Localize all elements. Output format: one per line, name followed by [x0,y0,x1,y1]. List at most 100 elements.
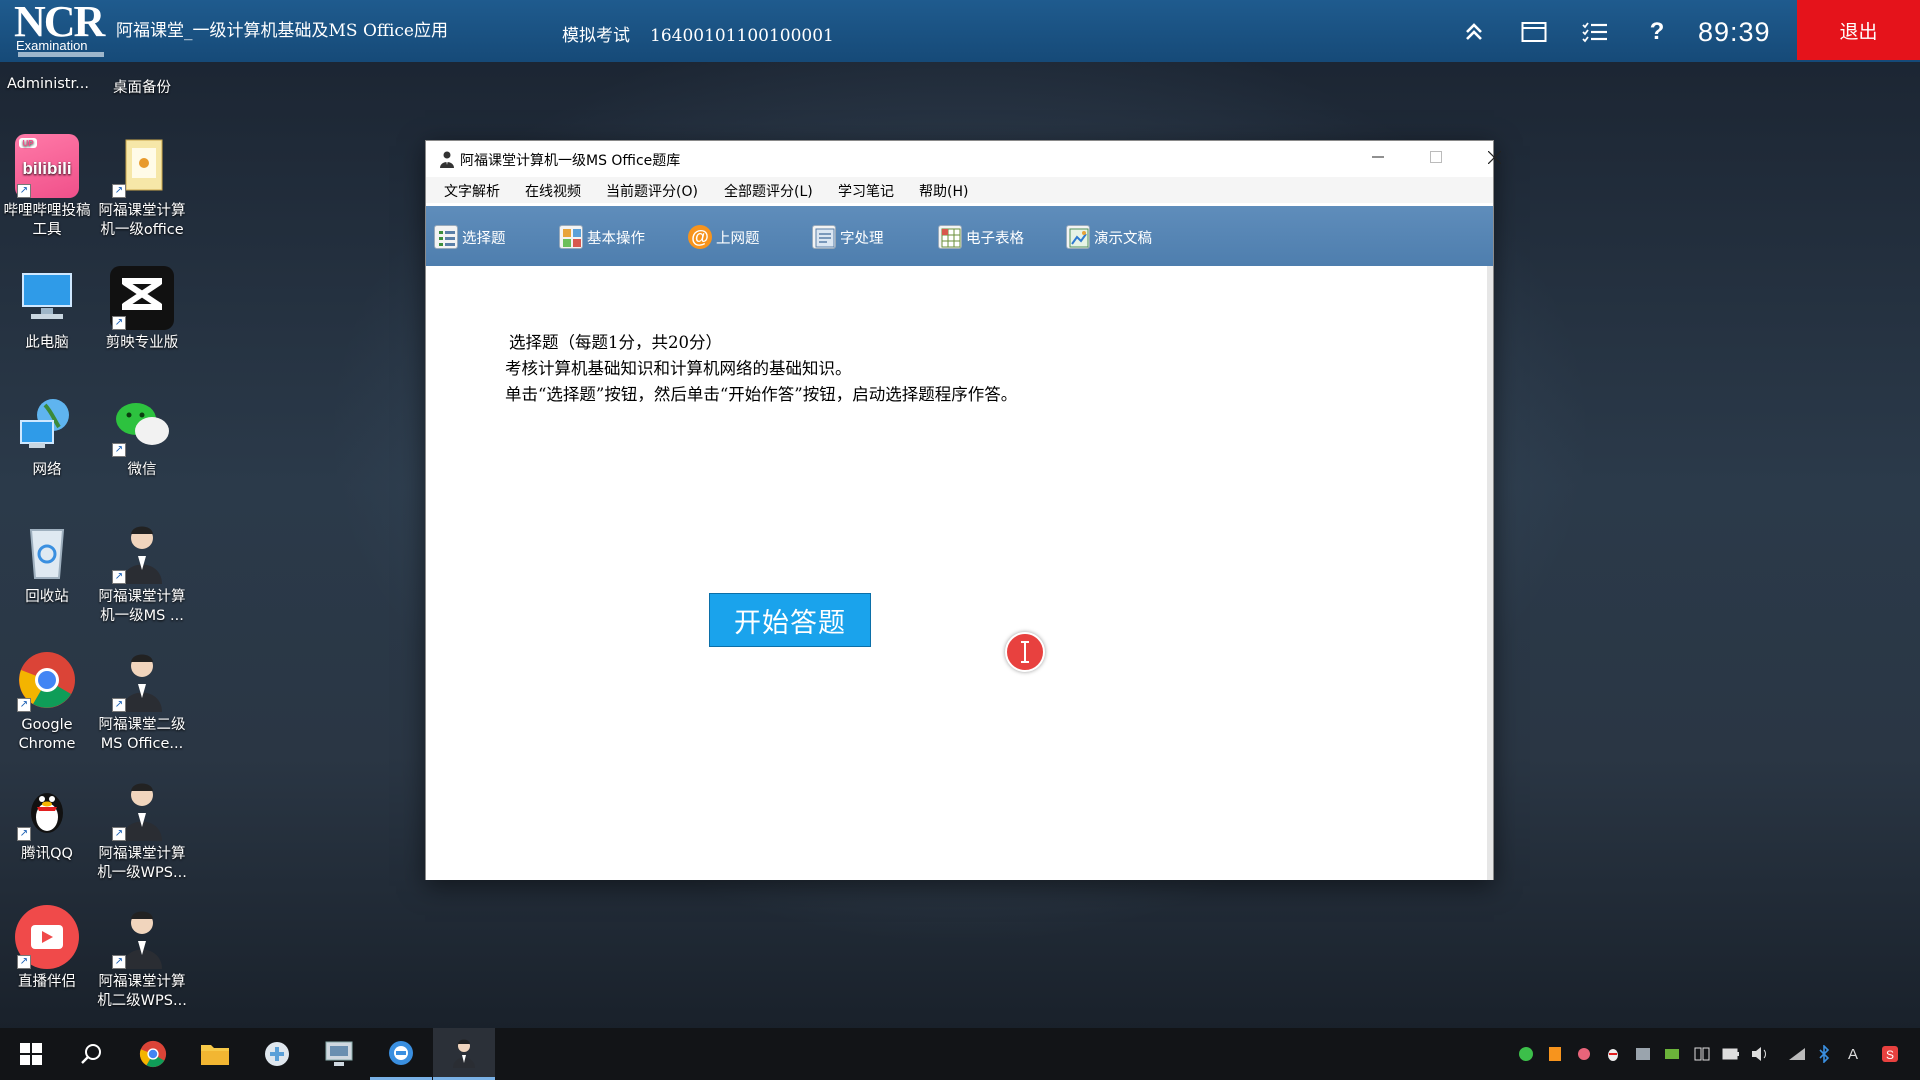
desktop-icon-label: 微信 [127,462,157,478]
question-list-icon[interactable] [1581,18,1609,46]
shortcut-arrow-icon: ↗ [112,570,126,584]
desktop-icon-capcut[interactable]: ↗ 剪映专业版 [94,266,190,353]
window-right-edge [1487,266,1493,880]
desktop-label-desktop-backup[interactable]: 桌面备份 [94,76,190,97]
desktop-icon-recycle-bin[interactable]: 回收站 [0,520,95,607]
tool-basic-operations[interactable]: 基本操作 [559,224,645,250]
minimize-button[interactable] [1349,141,1407,173]
desktop-icon-label: Google Chrome [18,717,76,752]
menu-study-notes[interactable]: 学习笔记 [838,181,894,201]
menu-text-analysis[interactable]: 文字解析 [444,181,500,201]
shortcut-arrow-icon: ↗ [112,316,126,330]
tool-label: 上网题 [716,230,760,247]
start-windows-icon[interactable] [0,1028,62,1080]
recycle-bin-icon [15,520,79,584]
svg-text:@: @ [691,227,709,247]
desktop-icon-label: 阿福课堂计算机一级WPS... [97,846,187,881]
close-button[interactable] [1465,141,1523,173]
exit-button[interactable]: 退出 [1797,0,1920,60]
teacher-avatar-icon: ↗ [110,777,174,841]
input-method-icon[interactable]: A [1843,1044,1863,1064]
menu-score-current[interactable]: 当前题评分(O) [606,181,698,201]
help-icon[interactable]: ? [1643,18,1671,46]
desktop-icon-chrome[interactable]: ↗ Google Chrome [0,648,95,754]
file-explorer-icon[interactable] [184,1028,246,1080]
tray-qq-icon[interactable] [1603,1044,1623,1064]
tray-sogou-icon[interactable]: S [1880,1044,1900,1064]
shortcut-arrow-icon: ↗ [112,955,126,969]
desktop-icon-afu-wps1[interactable]: ↗ 阿福课堂计算机一级WPS... [94,777,190,883]
tray-green-circle-icon[interactable] [1516,1044,1536,1064]
computer-icon [15,266,79,330]
desktop-icon-this-pc[interactable]: 此电脑 [0,266,95,353]
shortcut-arrow-icon: ↗ [112,827,126,841]
wifi-icon[interactable] [1787,1044,1807,1064]
bilibili-icon: bilibili UP ↗ [15,134,79,198]
tool-word-processing[interactable]: 字处理 [812,224,884,250]
tray-monitor-icon[interactable] [1633,1044,1653,1064]
desktop-icon-label: 网络 [32,462,62,478]
tool-spreadsheet[interactable]: 电子表格 [938,224,1024,250]
desktop-icon-qq[interactable]: ↗ 腾讯QQ [0,777,95,864]
svg-text:S: S [1886,1048,1894,1062]
desktop-icon-label: 直播伴侣 [18,974,76,990]
taskbar-chrome-icon[interactable] [122,1028,184,1080]
capcut-icon: ↗ [110,266,174,330]
ncre-logo: NCR Examination [12,0,114,60]
window-title-bar[interactable]: 阿福课堂计算机一级MS Office题库 [426,141,1501,177]
exam-info: 模拟考试 16400101100100001 [562,21,834,46]
at-sign-icon: @ [688,225,712,249]
menu-score-all[interactable]: 全部题评分(L) [724,181,813,201]
search-icon[interactable] [60,1028,122,1080]
wechat-icon: ↗ [110,393,174,457]
tool-label: 字处理 [840,230,884,247]
teacher-avatar-icon: ↗ [110,648,174,712]
tray-document-icon[interactable] [1545,1044,1565,1064]
desktop-icon-afu-wps2[interactable]: ↗ 阿福课堂计算机二级WPS... [94,905,190,1011]
tool-presentation[interactable]: 演示文稿 [1066,224,1152,250]
grid-tiles-icon [559,225,583,249]
shortcut-arrow-icon: ↗ [112,184,126,198]
desktop-icon-label: 阿福课堂计算机二级WPS... [97,974,187,1009]
start-answering-button[interactable]: 开始答题 [709,593,871,647]
screen-tool-icon[interactable] [308,1028,370,1080]
desktop-icon-wechat[interactable]: ↗ 微信 [94,393,190,480]
desktop-icon-bilibili-tool[interactable]: bilibili UP ↗ 哔哩哔哩投稿工具 [0,134,95,240]
tool-label: 基本操作 [587,230,645,247]
tool-choice-questions[interactable]: 选择题 [434,224,506,250]
svg-text:UP: UP [22,139,34,148]
desktop-icon-live-companion[interactable]: ↗ 直播伴侣 [0,905,95,992]
desktop-icon-afu-office[interactable]: ↗ 阿福课堂计算机一级office [94,134,190,240]
desktop-icon-network[interactable]: 网络 [0,393,95,480]
desktop-icon-label: 阿福课堂二级MS Office... [98,717,186,752]
tray-flower-icon[interactable] [1574,1044,1594,1064]
desktop-label-administrator[interactable]: Administr... [0,76,96,92]
tray-display-icon[interactable] [1692,1044,1712,1064]
puzzle-app-icon[interactable] [246,1028,308,1080]
shortcut-arrow-icon: ↗ [112,698,126,712]
desktop-icon-label: 此电脑 [25,335,69,351]
bluetooth-icon[interactable] [1814,1044,1834,1064]
shortcut-arrow-icon: ↗ [112,443,126,457]
desktop-icon-afu-ms[interactable]: ↗ 阿福课堂计算机一级MS ... [94,520,190,626]
desktop-icon-label: 哔哩哔哩投稿工具 [3,203,91,238]
shortcut-arrow-icon: ↗ [17,827,31,841]
menu-online-video[interactable]: 在线视频 [525,181,581,201]
chrome-icon: ↗ [15,648,79,712]
taskbar-question-bank-app[interactable] [433,1028,495,1080]
maximize-button[interactable] [1407,141,1465,173]
tool-internet-questions[interactable]: @ 上网题 [688,224,760,250]
window-icon[interactable] [1520,18,1548,46]
collapse-up-icon[interactable] [1460,18,1488,46]
question-content-area: 选择题（每题1分，共20分） 考核计算机基础知识和计算机网络的基础知识。 单击“… [426,266,1493,880]
desktop-icon-afu-level2-ms[interactable]: ↗ 阿福课堂二级MS Office... [94,648,190,754]
section-instruction: 单击“选择题”按钮，然后单击“开始作答”按钮，启动选择题程序作答。 [505,385,1018,404]
battery-icon[interactable] [1721,1044,1741,1064]
desktop-icon-label: 腾讯QQ [21,846,73,862]
menu-help[interactable]: 帮助(H) [919,181,968,201]
svg-text:bilibili: bilibili [22,159,71,178]
taskbar-ie-app-icon[interactable] [370,1028,432,1080]
desktop-icon-label: 阿福课堂计算机一级MS ... [98,589,186,624]
volume-icon[interactable] [1750,1044,1770,1064]
tray-nvidia-icon[interactable] [1662,1044,1682,1064]
